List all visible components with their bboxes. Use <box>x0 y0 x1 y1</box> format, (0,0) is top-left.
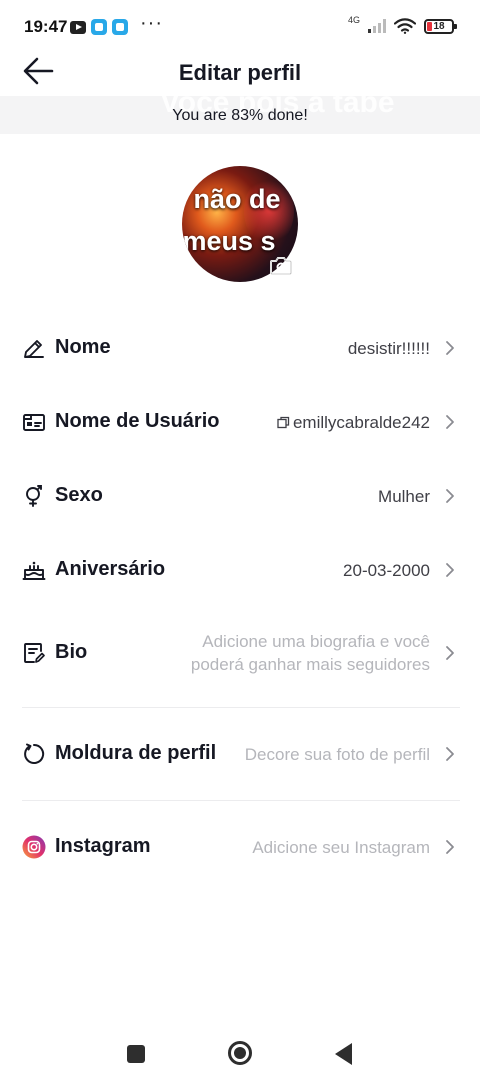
row-value: desistir!!!!!! <box>347 339 430 358</box>
status-indicators: 4G 18 <box>347 15 457 34</box>
row-label: Nome <box>55 336 111 358</box>
gender-icon <box>26 485 42 507</box>
instagram-icon <box>22 835 46 859</box>
row-nome[interactable]: Nome desistir!!!!!! <box>0 330 480 366</box>
battery-icon: 18 <box>424 18 457 34</box>
chevron-right-icon <box>446 747 454 761</box>
row-moldura[interactable]: Moldura de perfil Decore sua foto de per… <box>0 736 480 772</box>
youtube-icon <box>70 20 86 34</box>
row-username[interactable]: Nome de Usuário emillycabralde242 <box>0 404 480 440</box>
chevron-right-icon <box>446 563 454 577</box>
home-circle-icon[interactable] <box>228 1041 252 1065</box>
avatar-caption-line2: meus s <box>182 226 276 256</box>
chevron-right-icon <box>446 489 454 503</box>
recents-square-icon[interactable] <box>127 1045 145 1063</box>
wifi-icon <box>394 18 416 34</box>
edit-note-icon <box>24 643 45 663</box>
avatar-caption-line1: não de <box>193 184 281 214</box>
username-text: emillycabralde242 <box>292 413 430 432</box>
row-value: Decore sua foto de perfil <box>244 745 430 764</box>
row-value-bio: Adicione uma biografia e você poderá gan… <box>191 630 430 676</box>
row-bio[interactable]: Bio Adicione uma biografia e você poderá… <box>0 628 480 678</box>
status-time: 19:47 <box>24 17 68 36</box>
completion-banner: Você pois a tabe You are 83% done! <box>0 96 480 134</box>
chevron-right-icon <box>446 415 454 429</box>
chevron-right-icon <box>446 646 454 660</box>
app-notification-icon <box>112 19 128 35</box>
status-bar: 19:47 ··· 4G 18 <box>0 0 480 56</box>
back-triangle-icon[interactable] <box>335 1043 352 1065</box>
row-label: Aniversário <box>55 558 166 580</box>
bio-placeholder-line2: poderá ganhar mais seguidores <box>190 655 430 674</box>
divider <box>22 707 460 708</box>
system-nav-bar <box>0 1032 480 1092</box>
completion-text: You are 83% done! <box>172 107 308 124</box>
row-aniversario[interactable]: Aniversário 20-03-2000 <box>0 552 480 588</box>
pencil-icon <box>24 340 44 358</box>
cake-icon <box>22 561 46 580</box>
network-type: 4G <box>347 15 360 25</box>
row-label: Nome de Usuário <box>55 410 220 432</box>
row-label: Bio <box>55 641 88 663</box>
more-notifications-icon: ··· <box>140 12 163 34</box>
row-instagram[interactable]: Instagram Adicione seu Instagram <box>0 829 480 865</box>
row-value: Mulher <box>378 487 430 506</box>
app-notification-icon <box>91 19 107 35</box>
notification-icons <box>70 19 128 35</box>
chevron-right-icon <box>446 341 454 355</box>
row-label: Sexo <box>55 484 103 506</box>
bio-placeholder-line1: Adicione uma biografia e você <box>202 632 430 651</box>
divider <box>22 800 460 801</box>
row-value-username: emillycabralde242 <box>277 413 430 433</box>
chevron-right-icon <box>446 840 454 854</box>
row-label: Moldura de perfil <box>55 742 217 764</box>
header: Editar perfil <box>0 56 480 96</box>
id-card-icon <box>23 414 45 431</box>
row-label: Instagram <box>55 835 151 857</box>
row-value: Adicione seu Instagram <box>252 838 430 857</box>
row-sexo[interactable]: Sexo Mulher <box>0 478 480 514</box>
page-title: Editar perfil <box>178 60 302 85</box>
frame-circle-icon <box>24 743 45 764</box>
copy-icon[interactable] <box>277 416 290 429</box>
camera-icon[interactable] <box>268 254 294 278</box>
signal-icon <box>368 19 386 33</box>
row-value: 20-03-2000 <box>343 561 430 580</box>
